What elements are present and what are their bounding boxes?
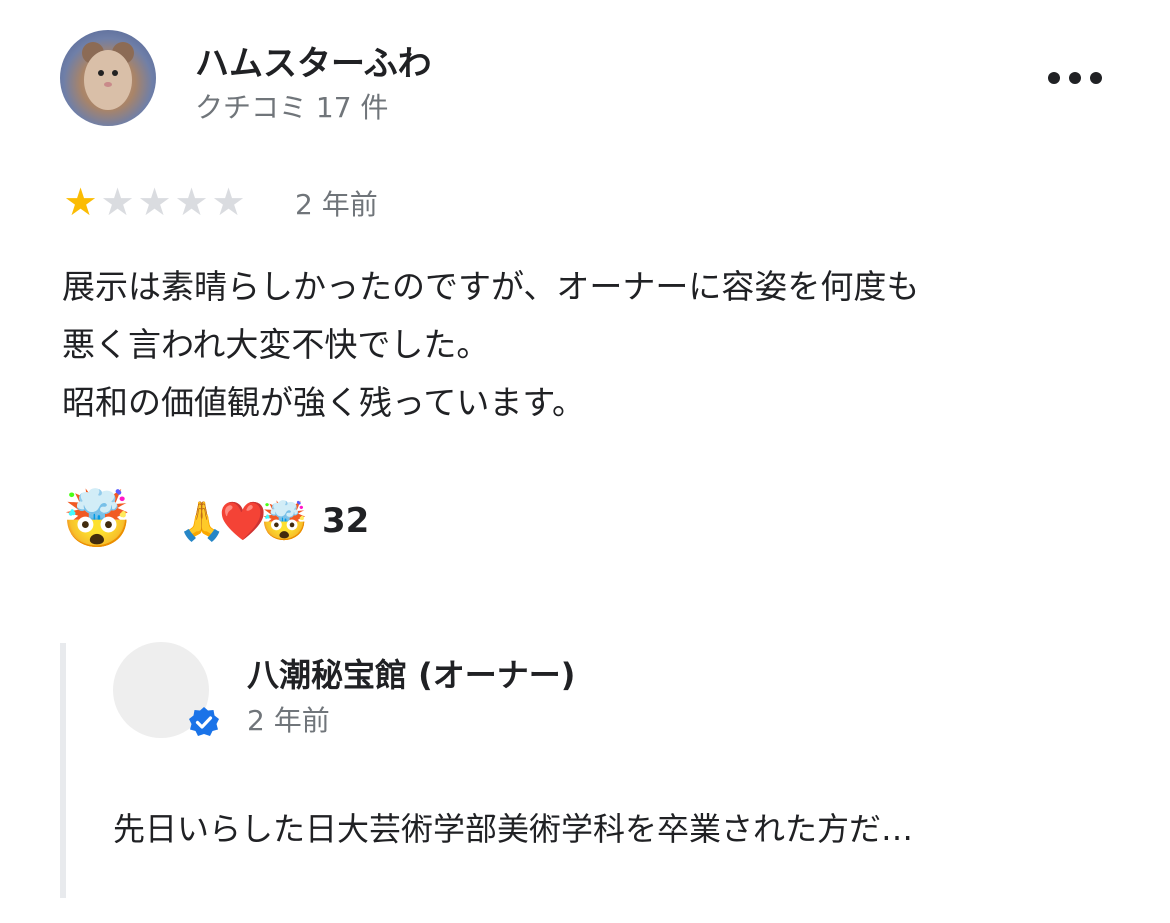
more-dot-icon [1048,72,1060,84]
my-reaction-button[interactable]: 🤯 [62,488,132,552]
star-rating: ★ ★ ★ ★ ★ [62,182,247,222]
star-filled-icon: ★ [63,180,98,224]
reply-divider [60,643,66,898]
review-text-line: 昭和の価値観が強く残っています。 [62,383,586,422]
avatar-eye-left [98,70,104,76]
avatar-eye-right [112,70,118,76]
star-empty-icon: ★ [137,180,172,224]
more-options-button[interactable] [1048,66,1102,90]
more-dot-icon [1069,72,1081,84]
reviewer-avatar[interactable] [60,30,156,126]
review-age: 2 年前 [295,188,378,221]
star-empty-icon: ★ [211,180,246,224]
reaction-count: 32 [321,501,370,541]
more-dot-icon [1090,72,1102,84]
reply-text[interactable]: 先日いらした日大芸術学部美術学科を卒業された方だ… [113,804,913,850]
reaction-summary[interactable]: 🙏❤️🤯 32 [178,496,369,546]
verified-badge-icon [189,707,219,736]
owner-name[interactable]: 八潮秘宝館 (オーナー) [247,650,575,696]
review-text-line: 悪く言われ大変不快でした。 [62,325,490,364]
review-text: 展示は素晴らしかったのですが、オーナーに容姿を何度も 悪く言われ大変不快でした。昭… [62,258,1122,432]
star-empty-icon: ★ [174,180,209,224]
avatar-nose [104,82,112,87]
reaction-emojis: 🙏❤️🤯 [178,499,308,543]
reviewer-review-count[interactable]: クチコミ 17 件 [195,86,388,126]
star-empty-icon: ★ [100,180,135,224]
avatar-face [84,50,132,110]
reviewer-name[interactable]: ハムスターふわ [195,36,432,85]
reply-age: 2 年前 [247,704,330,737]
review-text-line: 展示は素晴らしかったのですが、オーナーに容姿を何度も [62,267,920,306]
